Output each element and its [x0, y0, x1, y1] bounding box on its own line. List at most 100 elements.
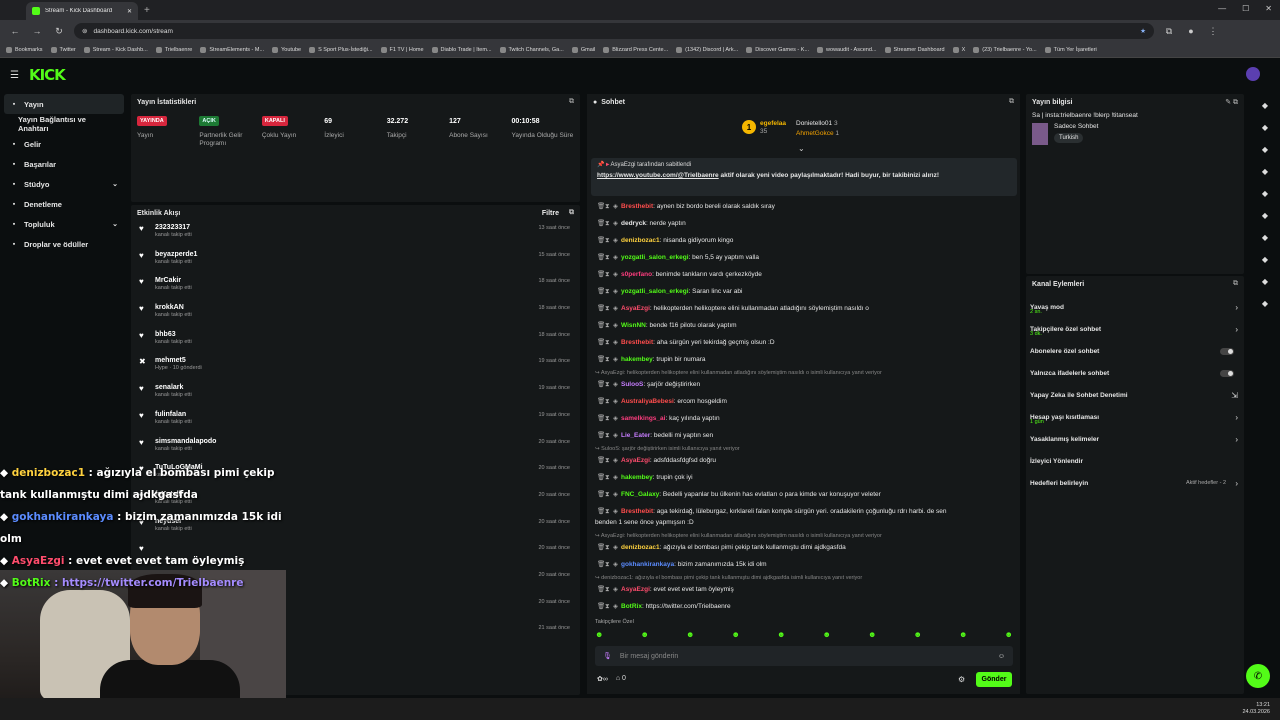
- chat-input[interactable]: 🎙 Bir mesaj gönderin ☺: [595, 646, 1013, 666]
- chat-message[interactable]: 🗑⧗ ◈ samelkings_ai: kaç yılında yaptın: [597, 414, 1017, 423]
- mod-action-icon[interactable]: 🗑: [597, 236, 605, 245]
- language-tag[interactable]: Turkish: [1054, 133, 1084, 143]
- chevron-right-icon[interactable]: ›: [1235, 435, 1238, 444]
- channel-action-item[interactable]: Yalnızca ifadelerle sohbet: [1026, 362, 1244, 384]
- chat-message[interactable]: 🗑⧗ ◈ Lie_Eater: bedelli mi yaptın sen: [597, 431, 1017, 440]
- reload-icon[interactable]: ↻: [52, 26, 66, 37]
- top-gifter-1[interactable]: egefelaa 35: [760, 120, 786, 136]
- activity-item[interactable]: ♥ beyazperde1 kanalı takip etti 15 saat önc…: [131, 248, 580, 275]
- chat-username[interactable]: samelkings_ai: [621, 415, 665, 422]
- user-avatar[interactable]: [1246, 67, 1260, 81]
- timeout-icon[interactable]: ⧗: [605, 456, 613, 465]
- timeout-icon[interactable]: ⧗: [605, 236, 613, 245]
- bookmark-item[interactable]: Diablo Trade | Item...: [432, 47, 492, 53]
- pinned-message[interactable]: 📌 ▸ AsyaEzgi tarafından sabitlendi https…: [591, 158, 1017, 196]
- emote-icon[interactable]: ☻: [823, 630, 831, 639]
- mod-action-icon[interactable]: 🗑: [597, 602, 605, 611]
- activity-user[interactable]: bhb63: [155, 331, 192, 338]
- chat-username[interactable]: AsyaEzgi: [621, 305, 650, 312]
- nodes-icon[interactable]: ◆: [1250, 292, 1280, 314]
- chat-username[interactable]: gokhankirankaya: [621, 561, 674, 568]
- menu-dots-icon[interactable]: ⋮: [1206, 26, 1220, 37]
- chat-username[interactable]: yozgatli_salon_erkegi: [621, 288, 689, 295]
- support-chat-button[interactable]: ✆: [1246, 664, 1270, 688]
- edit-icon[interactable]: ✎ ⧉: [1225, 98, 1238, 107]
- bookmark-item[interactable]: Discover Games - K...: [746, 47, 809, 53]
- chat-message[interactable]: 🗑⧗ ◈ SulooS: şarjör değiştirirken: [597, 380, 1017, 389]
- site-info-icon[interactable]: ⊚: [82, 27, 87, 35]
- chat-message[interactable]: 🗑⧗ ◈ hakembey: trupin bir numara: [597, 355, 1017, 364]
- mod-action-icon[interactable]: 🗑: [597, 397, 605, 406]
- activity-item[interactable]: ♥ fulinfalan kanalı takip etti 19 saat önce: [131, 408, 580, 435]
- mod-action-icon[interactable]: 🗑: [597, 431, 605, 440]
- popout-icon[interactable]: ⧉: [569, 209, 574, 217]
- pencil-icon[interactable]: ◆: [1250, 116, 1280, 138]
- bookmark-item[interactable]: Stream - Kick Dashb...: [84, 47, 148, 53]
- chat-message[interactable]: 🗑⧗ ◈ yozgatli_salon_erkegi: Saran linc var…: [597, 287, 1017, 296]
- new-tab-button[interactable]: +: [144, 5, 150, 16]
- chat-message[interactable]: 🗑⧗ ◈ WisnNN: bende f16 pilotu olarak yaptı…: [597, 321, 1017, 330]
- chat-username[interactable]: s0perfano: [621, 271, 652, 278]
- pinned-link[interactable]: https://www.youtube.com/@Trielbaenre: [597, 172, 719, 179]
- bookmark-item[interactable]: F1 TV | Home: [381, 47, 424, 53]
- mod-action-icon[interactable]: 🗑: [597, 560, 605, 569]
- chat-message[interactable]: 🗑⧗ ◈ denizbozac1: ağızıyla el bombası pimi…: [597, 543, 1017, 552]
- reply-context[interactable]: ↪ AsyaEzgi: helikopterden helikoptere el…: [595, 533, 1015, 539]
- bookmark-item[interactable]: Streamer Dashboard: [885, 47, 945, 53]
- chat-username[interactable]: Bresthebit: [621, 339, 653, 346]
- activity-item[interactable]: ♥ MrCakir kanalı takip etti 18 saat önce: [131, 274, 580, 301]
- mod-action-icon[interactable]: 🗑: [597, 287, 605, 296]
- chevron-down-icon[interactable]: ⌄: [112, 220, 118, 228]
- top-gifter-3[interactable]: AhmetGokce 1: [796, 129, 839, 139]
- chat-message[interactable]: 🗑⧗ ◈ AustraliyaBebesi: ercom hosgeldim: [597, 397, 1017, 406]
- timeout-icon[interactable]: ⧗: [605, 380, 613, 389]
- emote-icon[interactable]: ☻: [686, 630, 694, 639]
- mic-icon[interactable]: 🎙: [603, 652, 612, 660]
- chat-username[interactable]: denizbozac1: [621, 237, 660, 244]
- chat-icon[interactable]: ◆: [1250, 204, 1280, 226]
- external-link-icon[interactable]: ⇲: [1231, 391, 1238, 400]
- mod-action-icon[interactable]: 🗑: [597, 414, 605, 423]
- chat-settings-icon[interactable]: ⚙: [958, 675, 965, 684]
- chat-username[interactable]: yozgatli_salon_erkegi: [621, 254, 689, 261]
- timeout-icon[interactable]: ⧗: [605, 397, 613, 406]
- minimize-icon[interactable]: —: [1218, 4, 1226, 13]
- reply-context[interactable]: ↪ SulooS: şarjör değiştirirken isimli ku…: [595, 446, 1015, 452]
- mod-action-icon[interactable]: 🗑: [597, 585, 605, 594]
- mod-action-icon[interactable]: 🗑: [597, 338, 605, 347]
- chat-message[interactable]: 🗑⧗ ◈ Bresthebit: aha sürgün yeri tekirdağ …: [597, 338, 1017, 347]
- bookmark-item[interactable]: Twitter: [51, 47, 76, 53]
- link-icon[interactable]: ◆: [1250, 226, 1280, 248]
- activity-user[interactable]: beyazperde1: [155, 251, 197, 258]
- chat-message[interactable]: 🗑⧗ ◈ FNC_Galaxy: Bedelli yapanlar bu ülken…: [597, 490, 1017, 499]
- bookmark-item[interactable]: Blizzard Press Cente...: [603, 47, 668, 53]
- timeout-icon[interactable]: ⧗: [605, 431, 613, 440]
- chat-username[interactable]: Bresthebit: [621, 203, 653, 210]
- reply-context[interactable]: ↪ denizbozac1: ağızıyla el bombası pimi …: [595, 575, 1015, 581]
- chat-message[interactable]: 🗑⧗ ◈ s0perfano: benimde tankların vardı çe…: [597, 270, 1017, 279]
- bookmark-item[interactable]: Trielbaenre: [156, 47, 193, 53]
- bookmark-item[interactable]: S Sport Plus-İstediği...: [309, 47, 372, 53]
- sidebar-item-4[interactable]: ▪ Stüdyo ⌄: [0, 174, 128, 194]
- sidebar-item-2[interactable]: ▪ Gelir: [0, 134, 128, 154]
- category-name[interactable]: Sadece Sohbet: [1054, 123, 1098, 130]
- activity-item[interactable]: ♥ krokkAN kanalı takip etti 18 saat önce: [131, 301, 580, 328]
- chat-message[interactable]: 🗑⧗ ◈ yozgatli_salon_erkegi: ben 5,5 ay yap…: [597, 253, 1017, 262]
- activity-user[interactable]: simsmandalapodo: [155, 438, 216, 445]
- activity-item[interactable]: ♥ bhb63 kanalı takip etti 18 saat önce: [131, 328, 580, 355]
- toggle-switch[interactable]: [1220, 369, 1234, 377]
- filter-button[interactable]: Filtre: [542, 210, 559, 217]
- chat-message[interactable]: 🗑⧗ ◈ hakembey: trupin çok iyi: [597, 473, 1017, 482]
- timeout-icon[interactable]: ⧗: [605, 270, 613, 279]
- chevron-right-icon[interactable]: ›: [1235, 325, 1238, 334]
- bookmark-item[interactable]: X: [953, 47, 966, 53]
- sidebar-item-0[interactable]: ▪ Yayın: [4, 94, 124, 114]
- chat-message[interactable]: 🗑⧗ ◈ Bresthebit: aynen biz bordo bereli ol…: [597, 202, 1017, 211]
- chat-username[interactable]: Bresthebit: [621, 508, 653, 515]
- chat-username[interactable]: dedryck: [621, 220, 646, 227]
- popout-icon[interactable]: ⧉: [1009, 98, 1014, 106]
- mod-action-icon[interactable]: 🗑: [597, 473, 605, 482]
- reply-context[interactable]: ↪ AsyaEzgi: helikopterden helikoptere el…: [595, 370, 1015, 376]
- channel-action-item[interactable]: Yasaklanmış kelimeler ›: [1026, 428, 1244, 450]
- sidebar-item-6[interactable]: ▪ Topluluk ⌄: [0, 214, 128, 234]
